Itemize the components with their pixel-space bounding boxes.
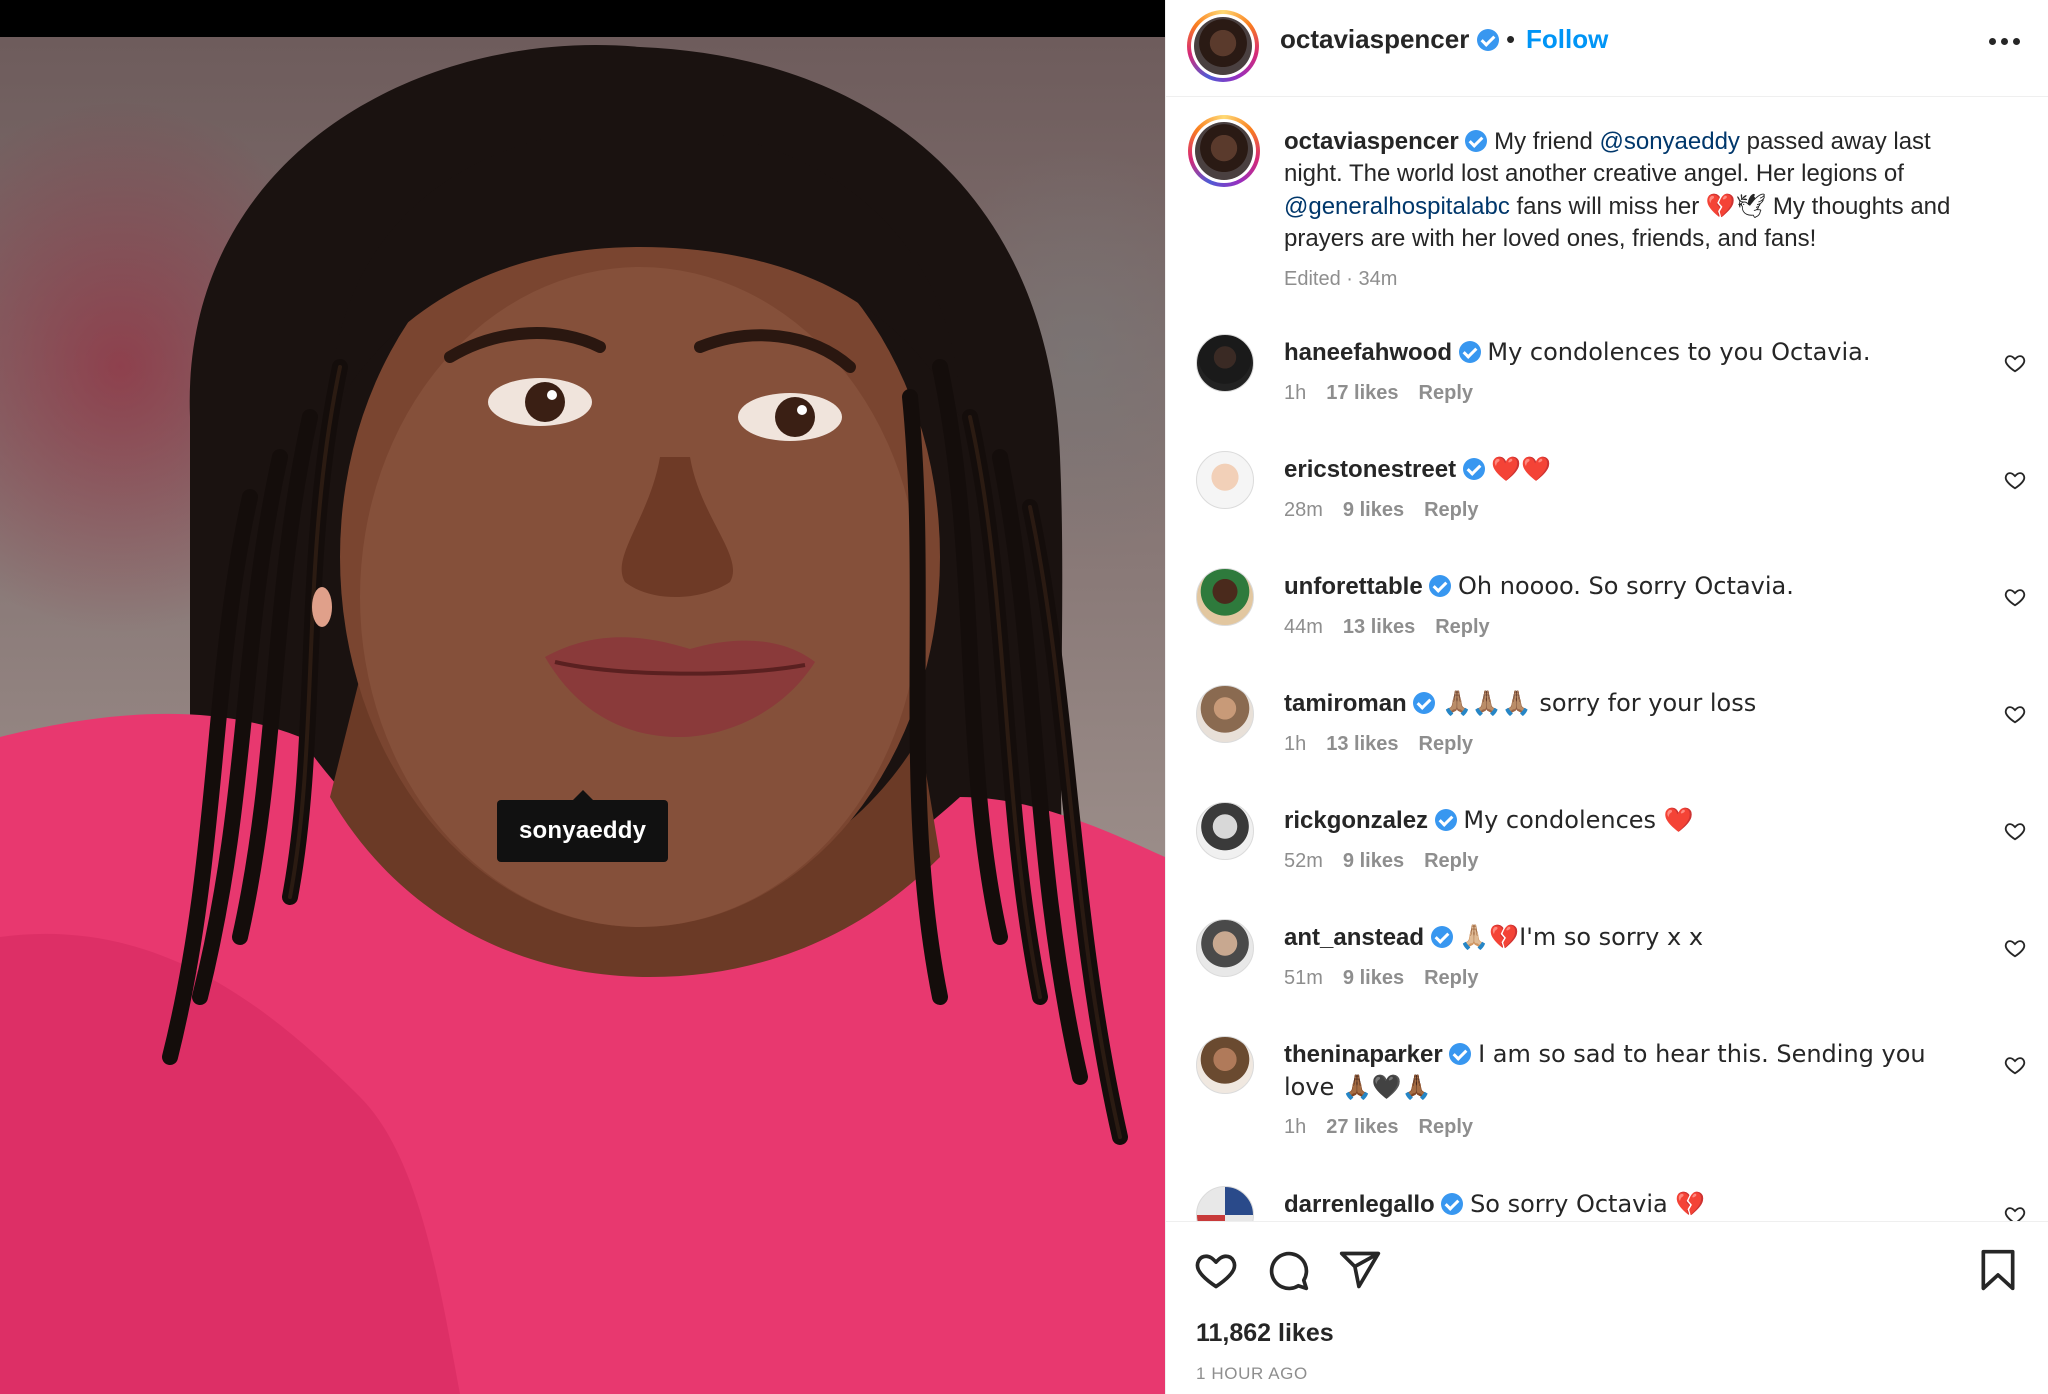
follow-button[interactable]: Follow [1526,24,1608,55]
comment-text: ❤️❤️ [1491,455,1552,483]
reply-button[interactable]: Reply [1435,616,1489,638]
avatar[interactable] [1196,568,1254,626]
comment-username[interactable]: ant_anstead [1284,924,1424,951]
verified-icon [1449,1043,1472,1065]
caption-meta: Edited · 34m [1284,268,1398,290]
comment-username[interactable]: rickgonzalez [1284,807,1428,834]
verified-icon [1458,341,1481,363]
comment-username[interactable]: unforettable [1284,573,1423,600]
comment-icon[interactable] [1266,1248,1310,1292]
reply-button[interactable]: Reply [1419,382,1473,404]
mention-link[interactable]: @sonyaeddy [1599,128,1739,155]
avatar[interactable] [1196,334,1254,392]
comments-list[interactable]: octaviaspencer My friend @sonyaeddy pass… [1166,98,2048,1221]
comment-row: darrenlegallo So sorry Octavia 💔 [1166,1186,2048,1221]
share-icon[interactable] [1338,1248,1382,1292]
reply-button[interactable]: Reply [1424,967,1478,989]
comment-likes[interactable]: 9 likes [1343,850,1404,872]
header-separator: • [1506,24,1516,54]
comment-text: My condolences ❤️ [1463,806,1694,834]
post-media[interactable]: sonyaeddy [0,0,1165,1394]
caption-username[interactable]: octaviaspencer [1284,128,1459,155]
portrait-illustration [0,44,1165,1394]
comment-username[interactable]: theninaparker [1284,1041,1443,1068]
comment-likes[interactable]: 13 likes [1326,733,1398,755]
verified-icon [1430,926,1453,948]
avatar[interactable] [1196,1036,1254,1094]
heart-icon[interactable] [1194,1248,1238,1292]
heart-icon[interactable] [2004,586,2026,608]
comment-text: 🙏🏽🙏🏽🙏🏽 sorry for your loss [1442,689,1757,717]
comment-row: haneefahwood My condolences to you Octav… [1166,334,2048,451]
post-header: octaviaspencer • Follow [1166,0,2048,97]
reply-button[interactable]: Reply [1424,850,1478,872]
caption-text: octaviaspencer My friend @sonyaeddy pass… [1284,128,1951,252]
comment-text: Oh noooo. So sorry Octavia. [1458,572,1794,600]
verified-icon [1441,1193,1464,1215]
comment-row: ericstonestreet ❤️❤️ 28m 9 likes Reply [1166,451,2048,568]
avatar[interactable] [1196,802,1254,860]
user-tag-tooltip[interactable]: sonyaeddy [497,790,669,862]
comment-text: My condolences to you Octavia. [1487,338,1871,366]
verified-icon [1462,458,1485,480]
comment-row: theninaparker I am so sad to hear this. … [1166,1036,2048,1186]
comment-likes[interactable]: 9 likes [1343,967,1404,989]
comment-time: 44m [1284,616,1323,638]
heart-icon[interactable] [2004,937,2026,959]
media-top-bar [0,0,1165,37]
reply-button[interactable]: Reply [1419,1116,1473,1138]
comment-row: unforettable Oh noooo. So sorry Octavia.… [1166,568,2048,685]
post-actions: 11,862 likes 1 HOUR AGO [1166,1221,2048,1394]
comment-username[interactable]: tamiroman [1284,690,1407,717]
comment-likes[interactable]: 13 likes [1343,616,1415,638]
heart-icon[interactable] [2004,352,2026,374]
comment-time: 51m [1284,967,1323,989]
bookmark-icon[interactable] [1976,1248,2020,1292]
comment-likes[interactable]: 27 likes [1326,1116,1398,1138]
comment-time: 1h [1284,1116,1307,1138]
verified-icon [1429,575,1452,597]
heart-icon[interactable] [2004,820,2026,842]
comment-username[interactable]: haneefahwood [1284,339,1452,366]
header-avatar[interactable] [1187,10,1259,82]
comment-likes[interactable]: 9 likes [1343,499,1404,521]
heart-icon[interactable] [2004,703,2026,725]
comment-time: 1h [1284,733,1307,755]
comment-time: 52m [1284,850,1323,872]
post-timestamp[interactable]: 1 HOUR AGO [1196,1364,1308,1384]
post-photo[interactable]: sonyaeddy [0,37,1165,1394]
verified-icon [1434,809,1457,831]
comment-row: rickgonzalez My condolences ❤️ 52m 9 like… [1166,802,2048,919]
post-side-panel: octaviaspencer • Follow octaviaspencer M… [1165,0,2048,1394]
comment-row: tamiroman 🙏🏽🙏🏽🙏🏽 sorry for your loss 1h 1… [1166,685,2048,802]
comment-username[interactable]: darrenlegallo [1284,1191,1435,1218]
comment-time: 1h [1284,382,1307,404]
heart-icon[interactable] [2004,1204,2026,1221]
more-icon[interactable] [1989,38,2021,46]
heart-icon[interactable] [2004,1054,2026,1076]
reply-button[interactable]: Reply [1424,499,1478,521]
comment-likes[interactable]: 17 likes [1326,382,1398,404]
reply-button[interactable]: Reply [1419,733,1473,755]
verified-icon [1465,130,1488,152]
avatar[interactable] [1196,451,1254,509]
heart-icon[interactable] [2004,469,2026,491]
mention-link[interactable]: @generalhospitalabc [1284,193,1510,220]
comment-username[interactable]: ericstonestreet [1284,456,1456,483]
comment-row: ant_anstead 🙏🏼💔I'm so sorry x x 51m 9 lik… [1166,919,2048,1036]
likes-count[interactable]: 11,862 likes [1196,1319,1334,1348]
avatar[interactable] [1196,685,1254,743]
caption-avatar[interactable] [1188,115,1260,187]
comment-text: 🙏🏼💔I'm so sorry x x [1459,923,1704,951]
verified-icon [1413,692,1436,714]
avatar[interactable] [1196,1186,1254,1221]
verified-icon [1476,29,1499,51]
comment-time: 28m [1284,499,1323,521]
header-username[interactable]: octaviaspencer [1280,24,1499,55]
avatar[interactable] [1196,919,1254,977]
comment-text: So sorry Octavia 💔 [1470,1190,1706,1218]
